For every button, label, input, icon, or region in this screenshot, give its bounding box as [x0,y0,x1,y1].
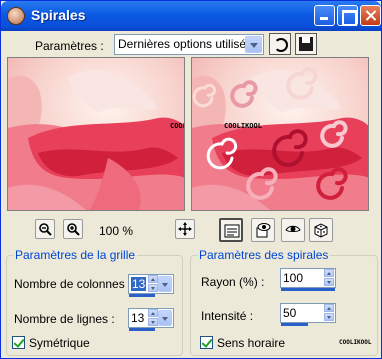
symmetric-checkbox[interactable] [12,336,25,349]
pan-icon [178,222,192,236]
columns-label: Nombre de colonnes : [14,277,132,291]
intensity-label: Intensité : [201,309,254,323]
radius-label: Rayon (%) : [201,275,265,289]
dice-icon [314,223,328,238]
clockwise-label[interactable]: Sens horaire [217,336,285,350]
spiral-group-title: Paramètres des spirales [199,248,329,262]
eye-icon [285,225,301,232]
preview-watermark: COOLIKOOL [224,122,262,130]
rows-value[interactable]: 13 [131,311,144,325]
minimize-button[interactable] [314,5,335,26]
zoom-in-button[interactable] [63,219,83,239]
randomize-button[interactable] [309,218,333,242]
decrement-arrow-icon[interactable] [324,313,334,321]
intensity-value[interactable]: 50 [283,306,296,320]
preset-label: Paramètres : [35,39,104,53]
clockwise-checkbox[interactable] [200,336,213,349]
proof-icon [224,224,240,238]
zoom-out-icon [39,223,52,236]
auto-proof-icon [256,223,271,238]
preview-after: COOLIKOOL [191,57,369,211]
footer-watermark: COOLIKOOL [339,339,372,346]
preview-before[interactable]: COOLIKOOL [7,57,185,211]
zoom-level: 100 % [99,224,134,238]
increment-arrow-icon[interactable] [324,269,334,277]
decrement-arrow-icon[interactable] [324,278,334,286]
title-bar[interactable]: Spirales [1,1,381,31]
decrement-arrow-icon[interactable] [148,318,158,326]
radius-slider[interactable] [281,288,335,291]
rows-slider[interactable] [129,328,155,331]
intensity-stepper[interactable]: 50 [280,303,336,326]
app-icon [7,7,25,25]
decrement-arrow-icon[interactable] [148,284,158,292]
radius-stepper[interactable]: 100 [280,268,336,291]
columns-value[interactable]: 13 [131,277,147,291]
preview-watermark: COOLIKOOL [170,122,184,130]
chevron-down-icon[interactable] [158,310,172,326]
zoom-out-button[interactable] [35,219,55,239]
maximize-button[interactable] [337,5,358,26]
chevron-down-icon[interactable] [158,276,172,292]
preset-select-value: Dernières options utilisées [118,37,259,51]
rows-stepper[interactable]: 13 [128,308,174,331]
preset-select[interactable]: Dernières options utilisées [114,34,264,55]
proof-toggle-button[interactable] [219,218,243,242]
auto-proof-button[interactable] [251,218,275,242]
save-icon[interactable] [295,33,317,55]
flower-photo-after [192,58,368,210]
columns-stepper[interactable]: 13 [128,274,174,297]
increment-arrow-icon[interactable] [148,309,158,317]
pan-button[interactable] [175,219,195,239]
columns-slider[interactable] [129,294,155,297]
chevron-down-icon[interactable] [245,36,262,53]
close-button[interactable] [360,5,381,26]
increment-arrow-icon[interactable] [324,304,334,312]
intensity-slider[interactable] [281,323,308,326]
increment-arrow-icon[interactable] [148,275,158,283]
flower-photo-before [8,58,184,210]
zoom-in-icon [67,223,80,236]
dialog-window: Spirales Paramètres : Dernières options … [0,0,382,359]
window-title: Spirales [31,7,86,23]
symmetric-label[interactable]: Symétrique [29,336,90,350]
radius-value[interactable]: 100 [283,271,303,285]
rows-label: Nombre de lignes : [14,312,115,326]
reset-icon[interactable] [269,33,291,55]
grid-group-title: Paramètres de la grille [15,248,136,262]
preview-eye-button[interactable] [281,218,305,242]
